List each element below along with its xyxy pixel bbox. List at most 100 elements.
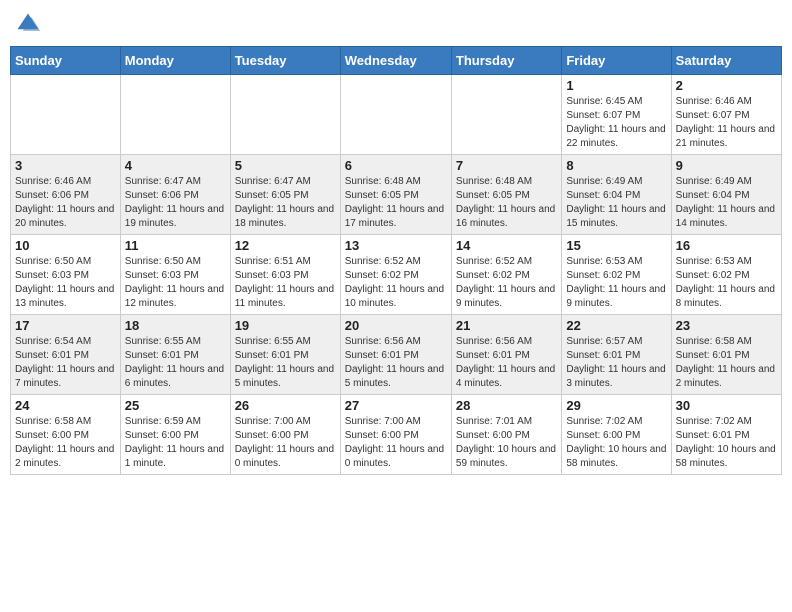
sunset-text: Sunset: 6:03 PM [125,270,199,281]
day-of-week-header: Thursday [451,47,561,75]
sunrise-text: Sunrise: 6:58 AM [676,336,752,347]
day-of-week-header: Friday [562,47,671,75]
day-number: 17 [15,318,116,333]
day-info: Sunrise: 6:47 AMSunset: 6:05 PMDaylight:… [235,175,336,231]
sunrise-text: Sunrise: 6:58 AM [15,416,91,427]
daylight-text: Daylight: 10 hours and 58 minutes. [676,444,776,469]
day-info: Sunrise: 7:01 AMSunset: 6:00 PMDaylight:… [456,415,557,471]
day-number: 9 [676,158,777,173]
day-of-week-header: Monday [120,47,230,75]
day-info: Sunrise: 6:53 AMSunset: 6:02 PMDaylight:… [676,255,777,311]
sunrise-text: Sunrise: 7:02 AM [676,416,752,427]
day-number: 12 [235,238,336,253]
daylight-text: Daylight: 11 hours and 13 minutes. [15,284,114,309]
calendar-week-row: 3 Sunrise: 6:46 AMSunset: 6:06 PMDaylight… [11,155,782,235]
day-number: 30 [676,398,777,413]
day-number: 13 [345,238,447,253]
sunrise-text: Sunrise: 6:56 AM [456,336,532,347]
daylight-text: Daylight: 11 hours and 17 minutes. [345,204,444,229]
daylight-text: Daylight: 11 hours and 6 minutes. [125,364,224,389]
daylight-text: Daylight: 11 hours and 15 minutes. [566,204,665,229]
logo-icon [14,10,42,38]
calendar-day-cell: 7Sunrise: 6:48 AMSunset: 6:05 PMDaylight… [451,155,561,235]
calendar-day-cell: 30Sunrise: 7:02 AMSunset: 6:01 PMDayligh… [671,395,781,475]
day-number: 19 [235,318,336,333]
daylight-text: Daylight: 11 hours and 20 minutes. [15,204,114,229]
sunrise-text: Sunrise: 6:56 AM [345,336,421,347]
sunset-text: Sunset: 6:01 PM [676,350,750,361]
day-info: Sunrise: 6:53 AMSunset: 6:02 PMDaylight:… [566,255,666,311]
day-info: Sunrise: 6:50 AMSunset: 6:03 PMDaylight:… [15,255,116,311]
sunset-text: Sunset: 6:06 PM [125,190,199,201]
day-number: 4 [125,158,226,173]
sunset-text: Sunset: 6:03 PM [235,270,309,281]
daylight-text: Daylight: 11 hours and 2 minutes. [15,444,114,469]
sunrise-text: Sunrise: 6:59 AM [125,416,201,427]
day-number: 7 [456,158,557,173]
calendar-day-cell: 2Sunrise: 6:46 AMSunset: 6:07 PMDaylight… [671,75,781,155]
daylight-text: Daylight: 11 hours and 22 minutes. [566,124,665,149]
calendar-day-cell [451,75,561,155]
calendar-day-cell: 1Sunrise: 6:45 AMSunset: 6:07 PMDaylight… [562,75,671,155]
day-number: 28 [456,398,557,413]
sunset-text: Sunset: 6:02 PM [456,270,530,281]
calendar-day-cell: 25 Sunrise: 6:59 AMSunset: 6:00 PMDayligh… [120,395,230,475]
day-info: Sunrise: 6:52 AMSunset: 6:02 PMDaylight:… [345,255,447,311]
day-info: Sunrise: 6:56 AMSunset: 6:01 PMDaylight:… [456,335,557,391]
daylight-text: Daylight: 11 hours and 10 minutes. [345,284,444,309]
day-info: Sunrise: 6:47 AMSunset: 6:06 PMDaylight:… [125,175,226,231]
day-info: Sunrise: 6:49 AMSunset: 6:04 PMDaylight:… [566,175,666,231]
sunset-text: Sunset: 6:03 PM [15,270,89,281]
calendar-day-cell: 22Sunrise: 6:57 AMSunset: 6:01 PMDayligh… [562,315,671,395]
day-info: Sunrise: 6:48 AMSunset: 6:05 PMDaylight:… [345,175,447,231]
sunrise-text: Sunrise: 6:55 AM [125,336,201,347]
calendar-week-row: 17Sunrise: 6:54 AMSunset: 6:01 PMDayligh… [11,315,782,395]
calendar-day-cell: 4Sunrise: 6:47 AMSunset: 6:06 PMDaylight… [120,155,230,235]
calendar-day-cell: 13 Sunrise: 6:52 AMSunset: 6:02 PMDayligh… [340,235,451,315]
calendar-day-cell: 15Sunrise: 6:53 AMSunset: 6:02 PMDayligh… [562,235,671,315]
sunset-text: Sunset: 6:01 PM [456,350,530,361]
day-number: 10 [15,238,116,253]
day-number: 26 [235,398,336,413]
logo [14,10,46,38]
calendar-week-row: 10 Sunrise: 6:50 AM Sunset: 6:03 PM Dayligh… [11,235,782,315]
sunrise-text: Sunrise: 7:01 AM [456,416,532,427]
calendar-day-cell [11,75,121,155]
sunset-text: Sunset: 6:00 PM [15,430,89,441]
day-info: Sunrise: 6:50 AM Sunset: 6:03 PM Daylight:… [125,255,226,311]
sunset-text: Sunset: 6:04 PM [676,190,750,201]
day-info: Sunrise: 6:59 AMSunset: 6:00 PMDaylight:… [125,415,226,471]
sunrise-text: Sunrise: 6:50 AM [125,256,201,267]
sunrise-text: Sunrise: 6:48 AM [345,176,421,187]
day-number: 24 [15,398,116,413]
day-number: 11 [125,238,226,253]
sunrise-text: Sunrise: 7:00 AM [235,416,311,427]
calendar-week-row: 24 Sunrise: 6:58 AM Sunset: 6:00 PM Dayligh… [11,395,782,475]
day-number: 5 [235,158,336,173]
sunrise-text: Sunrise: 6:47 AM [125,176,201,187]
calendar-day-cell: 3 Sunrise: 6:46 AMSunset: 6:06 PMDaylight… [11,155,121,235]
day-info: Sunrise: 6:56 AMSunset: 6:01 PMDaylight:… [345,335,447,391]
calendar-day-cell: 24 Sunrise: 6:58 AM Sunset: 6:00 PM Dayligh… [11,395,121,475]
day-info: Sunrise: 6:46 AMSunset: 6:06 PMDaylight:… [15,175,116,231]
daylight-text: Daylight: 11 hours and 16 minutes. [456,204,555,229]
day-number: 25 [125,398,226,413]
sunset-text: Sunset: 6:02 PM [566,270,640,281]
day-number: 16 [676,238,777,253]
sunrise-text: Sunrise: 6:52 AM [456,256,532,267]
day-number: 3 [15,158,116,173]
sunrise-text: Sunrise: 6:48 AM [456,176,532,187]
sunrise-text: Sunrise: 6:53 AM [676,256,752,267]
calendar-day-cell: 26Sunrise: 7:00 AMSunset: 6:00 PMDayligh… [230,395,340,475]
calendar-day-cell: 10 Sunrise: 6:50 AMSunset: 6:03 PMDayligh… [11,235,121,315]
calendar-day-cell: 28 Sunrise: 7:01 AMSunset: 6:00 PMDayligh… [451,395,561,475]
day-info: Sunrise: 6:58 AMSunset: 6:01 PMDaylight:… [676,335,777,391]
calendar-day-cell: 16 Sunrise: 6:53 AMSunset: 6:02 PMDayligh… [671,235,781,315]
day-number: 22 [566,318,666,333]
daylight-text: Daylight: 11 hours and 9 minutes. [566,284,665,309]
daylight-text: Daylight: 11 hours and 12 minutes. [125,284,224,309]
day-of-week-header: Tuesday [230,47,340,75]
daylight-text: Daylight: 11 hours and 5 minutes. [235,364,334,389]
sunrise-text: Sunrise: 6:49 AM [676,176,752,187]
sunset-text: Sunset: 6:00 PM [345,430,419,441]
